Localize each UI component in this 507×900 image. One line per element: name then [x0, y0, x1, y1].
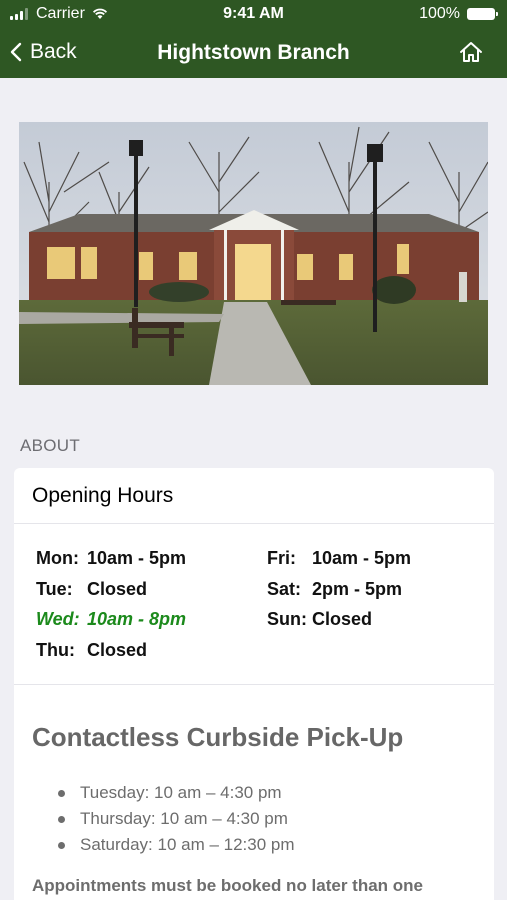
status-bar: Carrier 9:41 AM 100% [0, 0, 507, 30]
hours-row-thu: Thu: Closed [36, 640, 147, 661]
list-item: Saturday: 10 am – 12:30 pm [58, 832, 295, 858]
hours-row-fri: Fri: 10am - 5pm [267, 548, 411, 569]
hours-value: 10am - 5pm [87, 548, 187, 568]
hours-row-mon: Mon: 10am - 5pm [36, 548, 186, 569]
status-right: 100% [419, 5, 498, 23]
battery-icon [467, 8, 498, 20]
divider [14, 523, 494, 524]
day-label: Sat: [267, 579, 302, 599]
list-item: Tuesday: 10 am – 4:30 pm [58, 780, 295, 806]
hours-value: Closed [312, 609, 373, 629]
navigation-bar: Back Hightstown Branch [0, 30, 507, 78]
branch-photo [19, 122, 488, 385]
day-label: Tue: [36, 579, 73, 599]
hours-row-sat: Sat: 2pm - 5pm [267, 579, 402, 600]
hours-value: 10am - 8pm [87, 609, 187, 629]
hours-row-wed: Wed: 10am - 8pm [36, 609, 186, 630]
battery-percent: 100% [419, 5, 460, 22]
day-label: Thu: [36, 640, 75, 660]
back-label: Back [30, 40, 77, 63]
hours-row-sun: Sun: Closed [267, 609, 372, 630]
chevron-left-icon [10, 42, 22, 62]
opening-hours-title: Opening Hours [32, 484, 174, 507]
curbside-hours-list: Tuesday: 10 am – 4:30 pm Thursday: 10 am… [58, 780, 295, 858]
hours-value: Closed [87, 640, 148, 660]
hours-value: Closed [87, 579, 148, 599]
back-button[interactable]: Back [10, 40, 77, 64]
info-card: Opening Hours Mon: 10am - 5pm Tue: Closed … [14, 468, 494, 900]
day-label: Mon: [36, 548, 79, 568]
day-label: Wed: [36, 609, 80, 629]
curbside-title: Contactless Curbside Pick-Up [32, 722, 404, 752]
list-item: Thursday: 10 am – 4:30 pm [58, 806, 295, 832]
day-label: Fri: [267, 548, 296, 568]
day-label: Sun: [267, 609, 307, 629]
hours-row-tue: Tue: Closed [36, 579, 147, 600]
home-icon[interactable] [459, 41, 483, 63]
section-label-about: ABOUT [20, 436, 81, 455]
hours-value: 10am - 5pm [312, 548, 412, 568]
hours-value: 2pm - 5pm [312, 579, 403, 599]
appointment-note: Appointments must be booked no later tha… [32, 876, 424, 895]
divider [14, 684, 494, 685]
